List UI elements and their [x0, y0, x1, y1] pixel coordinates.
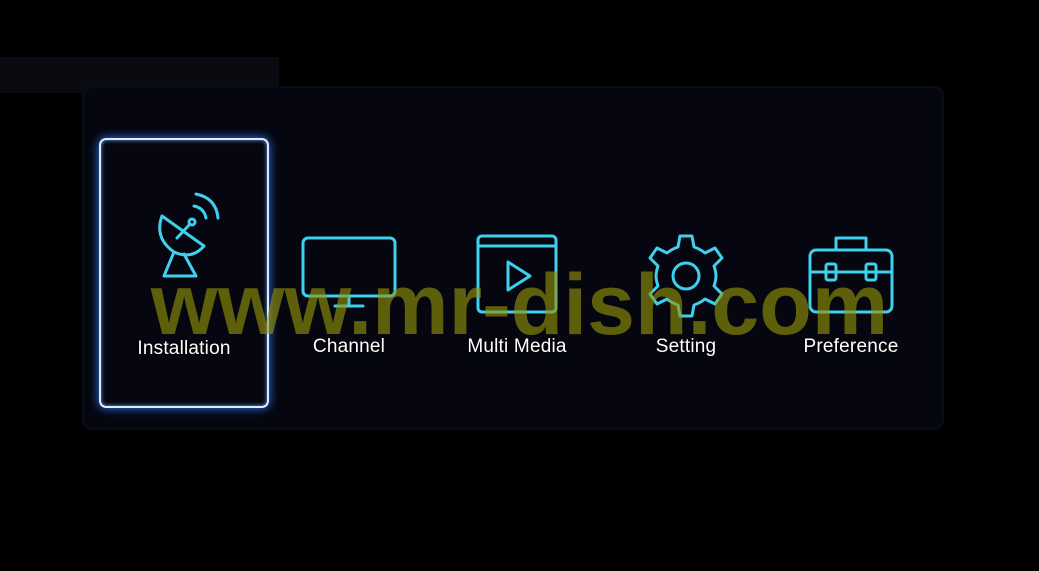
- menu-label-channel: Channel: [312, 336, 386, 357]
- menu-item-setting[interactable]: Setting: [601, 138, 771, 408]
- toolbox-icon: [766, 178, 936, 338]
- menu-label-setting: Setting: [655, 336, 717, 357]
- menu-label-preference: Preference: [803, 336, 899, 357]
- gear-icon: [601, 178, 771, 338]
- menu-item-preference[interactable]: Preference: [766, 138, 936, 408]
- menu-item-multi-media[interactable]: Multi Media: [432, 138, 602, 408]
- media-player-icon: [432, 178, 602, 338]
- satellite-dish-icon: [101, 180, 267, 340]
- menu-item-installation[interactable]: Installation: [99, 138, 269, 408]
- menu-label-multi-media: Multi Media: [467, 336, 567, 357]
- menu-label-installation: Installation: [137, 338, 231, 359]
- tv-icon: [264, 178, 434, 338]
- menu-item-channel[interactable]: Channel: [264, 138, 434, 408]
